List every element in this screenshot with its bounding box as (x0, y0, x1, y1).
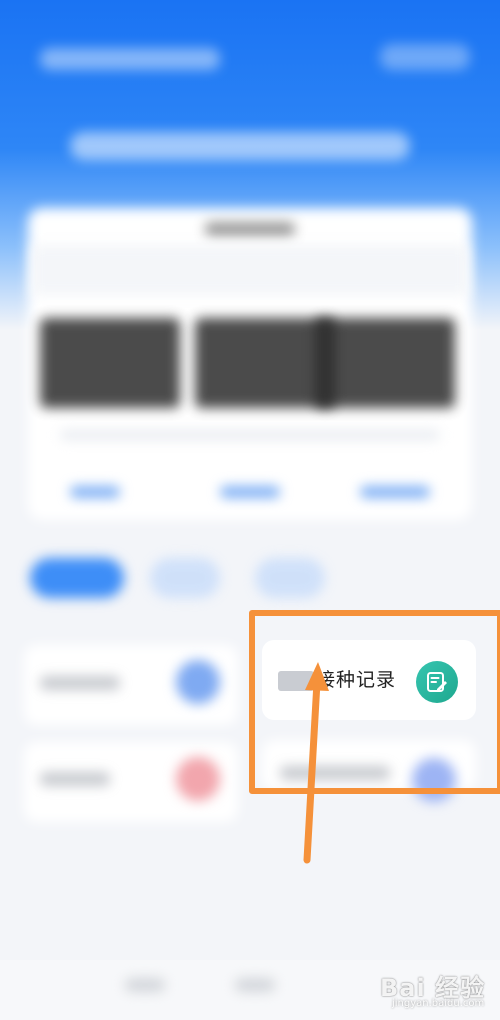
service-tile-3-label (40, 772, 110, 786)
header-action-blurred[interactable] (380, 44, 470, 70)
service-tile-1-label (40, 676, 120, 690)
syringe-icon (176, 660, 220, 704)
tab-second[interactable] (150, 558, 220, 598)
card-link-3[interactable] (360, 486, 430, 498)
card-header-strip (32, 245, 468, 295)
test-report-icon (176, 757, 220, 801)
nav-item-2[interactable] (235, 978, 275, 992)
header-search-blurred[interactable] (70, 132, 410, 160)
tab-active[interactable] (30, 558, 124, 598)
code-block-1 (40, 318, 180, 408)
card-link-1[interactable] (70, 486, 120, 498)
header-title-blurred (40, 48, 220, 70)
nav-item-1[interactable] (125, 978, 165, 992)
card-link-2[interactable] (220, 486, 280, 498)
code-block-2 (195, 318, 335, 408)
card-title-blurred (205, 222, 295, 236)
code-block-3 (315, 318, 455, 408)
arrow-annotation-icon (303, 662, 329, 864)
watermark-url: jingyan.baidu.com (392, 998, 485, 1009)
card-subtext-blurred (60, 430, 440, 440)
tab-third[interactable] (255, 558, 325, 598)
